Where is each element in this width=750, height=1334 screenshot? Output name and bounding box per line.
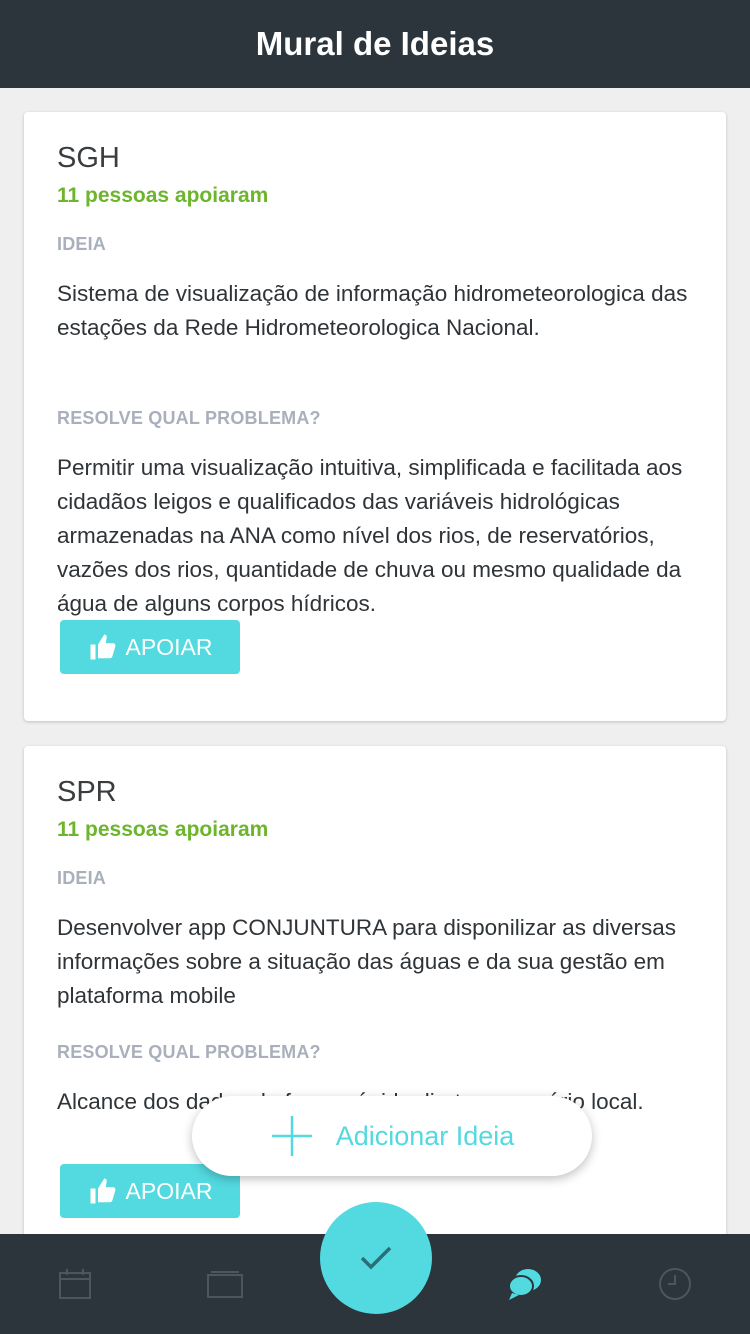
page-title: Mural de Ideias <box>255 25 495 62</box>
idea-title: SPR <box>57 776 117 808</box>
idea-label: IDEIA <box>57 868 107 888</box>
idea-card: SGH 11 pessoas apoiaram IDEIA Sistema de… <box>24 112 726 721</box>
calendar-icon <box>59 1269 91 1299</box>
clock-icon <box>659 1268 691 1300</box>
support-count: 11 pessoas apoiaram <box>57 818 269 841</box>
tab-calendar[interactable] <box>55 1264 95 1304</box>
ideas-list[interactable]: SGH 11 pessoas apoiaram IDEIA Sistema de… <box>0 88 750 1234</box>
support-count: 11 pessoas apoiaram <box>57 184 269 207</box>
support-button-label: APOIAR <box>125 633 213 660</box>
add-idea-label: Adicionar Ideia <box>335 1120 515 1151</box>
tab-folder[interactable] <box>205 1264 245 1304</box>
thumbs-up-icon <box>90 1178 116 1204</box>
folder-icon <box>207 1271 243 1298</box>
tab-history[interactable] <box>655 1264 695 1304</box>
support-button-label: APOIAR <box>125 1177 213 1204</box>
idea-label: IDEIA <box>57 234 107 254</box>
tab-ideas[interactable] <box>505 1264 545 1304</box>
check-icon <box>360 1246 392 1270</box>
plus-icon <box>271 1116 312 1156</box>
idea-text: Desenvolver app CONJUNTURA para disponil… <box>57 915 676 1008</box>
add-idea-button[interactable]: Adicionar Ideia <box>192 1096 592 1176</box>
problem-label: RESOLVE QUAL PROBLEMA? <box>57 1042 321 1062</box>
problem-text: Permitir uma visualização intuitiva, sim… <box>57 455 683 616</box>
idea-title: SGH <box>57 142 120 174</box>
support-button[interactable]: APOIAR <box>60 1164 240 1218</box>
support-button[interactable]: APOIAR <box>60 620 240 674</box>
chat-icon <box>508 1269 541 1300</box>
idea-text: Sistema de visualização de informação hi… <box>57 281 688 340</box>
thumbs-up-icon <box>90 634 116 660</box>
page-title-bar: Mural de Ideias <box>0 0 750 88</box>
problem-label: RESOLVE QUAL PROBLEMA? <box>57 408 321 428</box>
confirm-button[interactable] <box>320 1202 432 1314</box>
